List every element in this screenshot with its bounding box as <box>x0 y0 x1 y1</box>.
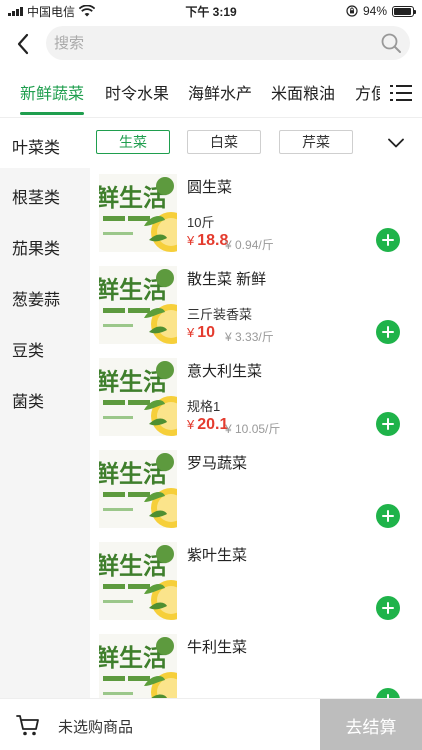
search-icon[interactable] <box>380 32 402 54</box>
product-price: ¥18.8 <box>187 232 228 250</box>
product-item[interactable]: 鲜生活 紫叶生菜 <box>90 536 422 628</box>
add-to-cart-button[interactable] <box>376 228 400 252</box>
sidebar: 根茎类 茄果类 葱姜蒜 豆类 菌类 <box>0 168 90 698</box>
product-spec: 三斤装香菜 <box>187 307 253 322</box>
status-left: 中国电信 <box>8 3 148 20</box>
product-item[interactable]: 鲜生活 散生菜 新鲜 三斤装香菜 ¥10 ¥ 3.33/斤 <box>90 260 422 352</box>
add-to-cart-button[interactable] <box>376 412 400 436</box>
cart-status-text: 未选购商品 <box>58 719 134 736</box>
product-item[interactable]: 鲜生活 牛利生菜 <box>90 628 422 698</box>
search-bar[interactable] <box>46 26 410 60</box>
product-unit-price: ¥ 10.05/斤 <box>225 422 281 436</box>
tab-fresh-vegetables[interactable]: 新鲜蔬菜 <box>20 80 84 104</box>
wifi-icon <box>79 5 96 17</box>
sidebar-item-solanaceous[interactable]: 茄果类 <box>12 235 60 259</box>
price-value: 18.8 <box>197 232 229 249</box>
currency-symbol: ¥ <box>187 417 195 432</box>
product-image[interactable]: 鲜生活 <box>99 634 177 698</box>
add-to-cart-button[interactable] <box>376 504 400 528</box>
add-to-cart-button[interactable] <box>376 320 400 344</box>
product-name: 罗马蔬菜 <box>187 455 248 472</box>
status-right: 94% <box>274 4 416 18</box>
product-price <box>187 508 190 526</box>
sidebar-item-beans[interactable]: 豆类 <box>12 337 44 361</box>
product-name: 牛利生菜 <box>187 639 248 656</box>
product-spec: 10斤 <box>187 215 215 230</box>
bottom-bar: 未选购商品 去结算 <box>0 698 422 750</box>
product-name: 紫叶生菜 <box>187 547 248 564</box>
signal-icon <box>8 6 23 16</box>
back-button[interactable] <box>0 26 46 62</box>
product-image[interactable]: 鲜生活 <box>99 358 177 436</box>
product-list[interactable]: 鲜生活 圆生菜 10斤 ¥18.8 ¥ 0.94/斤 鲜生活 散生菜 新鲜 三斤… <box>90 168 422 698</box>
plus-icon <box>382 418 394 430</box>
battery-percent: 94% <box>362 4 387 18</box>
subcategory-label[interactable]: 叶菜类 <box>12 134 60 158</box>
category-tabs-scroll: 新鲜蔬菜 时令水果 海鲜水产 米面粮油 方便 <box>0 72 380 118</box>
price-value: 20.1 <box>197 416 229 433</box>
tab-active-indicator <box>20 112 84 115</box>
product-image[interactable]: 鲜生活 <box>99 450 177 528</box>
product-photo-icon: 鲜生活 <box>99 358 177 436</box>
plus-icon <box>382 234 394 246</box>
add-to-cart-button[interactable] <box>376 688 400 698</box>
tab-seasonal-fruits[interactable]: 时令水果 <box>105 80 169 104</box>
menu-icon[interactable] <box>390 82 412 104</box>
header <box>0 26 422 62</box>
currency-symbol: ¥ <box>187 233 195 248</box>
carrier-label: 中国电信 <box>27 4 76 19</box>
product-unit-price: ¥ 3.33/斤 <box>225 330 274 344</box>
product-name: 圆生菜 <box>187 179 233 196</box>
plus-icon <box>382 510 394 522</box>
product-price: ¥10 <box>187 324 215 342</box>
product-name: 意大利生菜 <box>187 363 263 380</box>
price-value: 10 <box>197 324 216 341</box>
chip-lettuce[interactable]: 生菜 <box>96 130 170 154</box>
product-image[interactable]: 鲜生活 <box>99 542 177 620</box>
product-name: 散生菜 新鲜 <box>187 271 267 288</box>
sidebar-item-onion-ginger-garlic[interactable]: 葱姜蒜 <box>12 286 60 310</box>
status-bar: 中国电信 下午 3:19 94% <box>0 0 422 22</box>
product-price <box>187 600 190 618</box>
tab-convenience[interactable]: 方便 <box>355 80 380 104</box>
product-price: ¥20.1 <box>187 416 228 434</box>
cart-icon[interactable] <box>16 713 40 737</box>
status-time: 下午 3:19 <box>185 4 237 19</box>
plus-icon <box>382 602 394 614</box>
chip-celery[interactable]: 芹菜 <box>279 130 353 154</box>
add-to-cart-button[interactable] <box>376 596 400 620</box>
product-spec: 规格1 <box>187 399 221 414</box>
sidebar-item-mushrooms[interactable]: 菌类 <box>12 388 44 412</box>
product-photo-icon: 鲜生活 <box>99 450 177 528</box>
product-photo-icon: 鲜生活 <box>99 542 177 620</box>
chevron-left-icon <box>17 33 29 55</box>
product-item[interactable]: 鲜生活 罗马蔬菜 <box>90 444 422 536</box>
product-image[interactable]: 鲜生活 <box>99 266 177 344</box>
subcategory-row: 叶菜类 生菜 白菜 芹菜 <box>0 122 422 164</box>
rotation-lock-icon <box>346 5 358 17</box>
plus-icon <box>382 326 394 338</box>
product-photo-icon: 鲜生活 <box>99 634 177 698</box>
expand-button[interactable] <box>370 122 422 164</box>
currency-symbol: ¥ <box>187 325 195 340</box>
chip-cabbage[interactable]: 白菜 <box>187 130 261 154</box>
product-unit-price: ¥ 0.94/斤 <box>225 238 274 252</box>
search-input[interactable] <box>54 34 380 52</box>
product-item[interactable]: 鲜生活 意大利生菜 规格1 ¥20.1 ¥ 10.05/斤 <box>90 352 422 444</box>
product-image[interactable]: 鲜生活 <box>99 174 177 252</box>
tab-seafood[interactable]: 海鲜水产 <box>188 80 252 104</box>
battery-icon <box>392 5 416 17</box>
tab-grain-oil[interactable]: 米面粮油 <box>271 80 335 104</box>
product-photo-icon: 鲜生活 <box>99 174 177 252</box>
product-photo-icon: 鲜生活 <box>99 266 177 344</box>
checkout-button[interactable]: 去结算 <box>320 699 422 750</box>
chevron-down-icon <box>388 138 404 148</box>
sidebar-item-root-vegetables[interactable]: 根茎类 <box>12 184 60 208</box>
product-item[interactable]: 鲜生活 圆生菜 10斤 ¥18.8 ¥ 0.94/斤 <box>90 168 422 260</box>
category-tabs: 新鲜蔬菜 时令水果 海鲜水产 米面粮油 方便 <box>0 72 422 118</box>
